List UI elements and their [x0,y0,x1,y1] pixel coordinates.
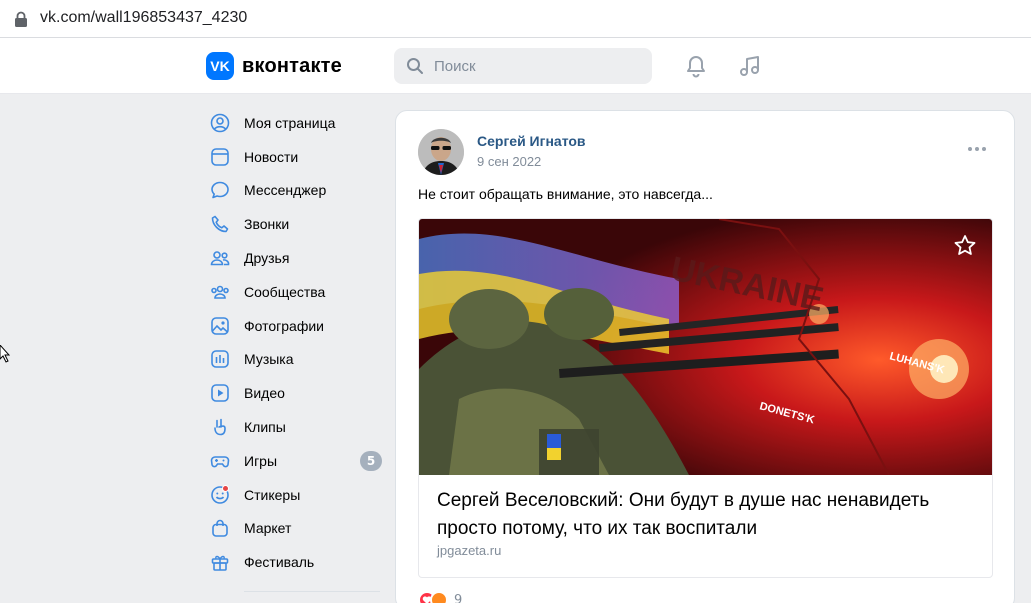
search-input[interactable] [434,57,634,75]
gift-icon [211,556,229,572]
music-bars-icon [211,350,229,369]
post-text: Не стоит обращать внимание, это навсегда… [418,186,713,202]
sidebar-item-games[interactable]: Игры 5 [206,444,382,478]
search-icon [407,58,423,74]
sidebar-item-stickers[interactable]: Стикеры [206,478,382,512]
browser-address-bar[interactable]: vk.com/wall196853437_4230 [0,0,1031,38]
reactions-count: 9 [454,592,463,603]
url-text[interactable]: vk.com/wall196853437_4230 [40,9,247,27]
sidebar-item-label: Звонки [244,216,290,233]
sidebar-item-label: Маркет [244,520,292,537]
clips-icon [214,418,226,436]
sidebar-item-market[interactable]: Маркет [206,512,382,546]
message-icon [211,182,229,199]
user-circle-icon [210,113,230,133]
sidebar-item-label: Друзья [244,250,290,267]
photo-icon [211,316,229,335]
post-date[interactable]: 9 сен 2022 [477,154,541,169]
vk-logo-mark: VK [206,52,234,80]
sidebar-item-calls[interactable]: Звонки [206,207,382,241]
sidebar-item-messenger[interactable]: Мессенджер [206,174,382,208]
music-icon[interactable] [737,53,763,79]
sidebar-item-video[interactable]: Видео [206,376,382,410]
bell-icon[interactable] [683,53,709,79]
news-icon [211,147,229,166]
sidebar-item-photos[interactable]: Фотографии [206,309,382,343]
left-sidebar: Моя страница Новости Мессенджер Звонки Д… [206,106,382,593]
angry-reaction-icon [430,591,448,603]
author-avatar[interactable] [418,129,464,175]
dot [975,147,979,151]
sidebar-item-label: Фотографии [244,317,325,334]
sidebar-item-label: Моя страница [244,114,336,131]
sidebar-item-label: Видео [244,385,285,402]
sidebar-item-friends[interactable]: Друзья [206,241,382,275]
sidebar-item-label: Игры [244,452,278,469]
post-more-options[interactable] [968,147,986,151]
reactions-bar[interactable]: 9 [418,591,462,603]
sidebar-item-music[interactable]: Музыка [206,343,382,377]
mouse-cursor-icon [0,345,10,363]
sidebar-divider [244,591,380,593]
sidebar-item-my-page[interactable]: Моя страница [206,106,382,140]
sidebar-item-label: Фестиваль [244,554,315,571]
bookmark-star-icon[interactable] [952,233,978,259]
link-attachment[interactable]: UKRAINE LUHANS'K DONETS'K Сергей Веселов… [418,218,993,578]
post-author-name[interactable]: Сергей Игнатов [477,133,586,149]
sidebar-item-label: Клипы [244,419,286,436]
sidebar-item-label: Мессенджер [244,182,327,199]
article-title[interactable]: Сергей Веселовский: Они будут в душе нас… [437,487,977,543]
vk-logo-text: вконтакте [242,54,342,77]
friends-icon [210,251,230,266]
video-icon [211,384,229,403]
wall-post: Сергей Игнатов 9 сен 2022 Не стоит обращ… [395,110,1015,603]
sidebar-item-label: Новости [244,148,299,165]
communities-icon [211,285,229,299]
sidebar-item-clips[interactable]: Клипы [206,410,382,444]
gamepad-icon [210,456,230,468]
vk-logo[interactable]: VK вконтакте [206,52,342,80]
games-count-badge: 5 [360,450,382,471]
sidebar-item-festival[interactable]: Фестиваль [206,545,382,579]
dot [982,147,986,151]
sidebar-item-label: Музыка [244,351,294,368]
vk-header: VK вконтакте [0,38,1031,94]
article-image: UKRAINE LUHANS'K DONETS'K [419,219,992,475]
search-box[interactable] [394,48,652,84]
new-indicator-dot [222,484,229,492]
sidebar-item-communities[interactable]: Сообщества [206,275,382,309]
sidebar-item-news[interactable]: Новости [206,140,382,174]
sidebar-item-label: Стикеры [244,486,301,503]
phone-icon [211,215,229,233]
lock-icon [15,11,27,27]
dot [968,147,972,151]
article-domain: jpgazeta.ru [437,543,502,558]
sidebar-item-label: Сообщества [244,283,326,300]
market-bag-icon [212,520,228,538]
